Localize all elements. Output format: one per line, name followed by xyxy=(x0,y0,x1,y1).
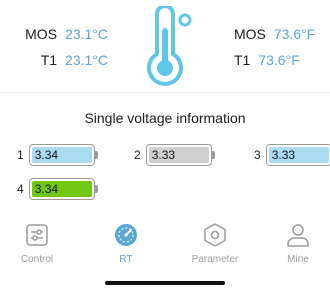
thermometer-icon xyxy=(147,6,192,86)
mos-fahrenheit-value: 73.6°F xyxy=(273,26,316,42)
section-title: Single voltage information xyxy=(84,110,246,126)
battery-icon: 3.33 xyxy=(265,144,330,166)
sliders-icon xyxy=(26,224,48,246)
cell-3: 3 3.33 xyxy=(254,144,330,166)
divider xyxy=(0,92,330,93)
nav-label: Parameter xyxy=(191,254,239,265)
nav-label: Control xyxy=(20,254,54,265)
gauge-icon xyxy=(115,224,137,246)
cell-index: 1 xyxy=(17,148,24,162)
cell-index: 3 xyxy=(254,148,261,162)
mos-label: MOS xyxy=(234,26,266,42)
home-indicator xyxy=(105,281,225,285)
nav-item-parameter[interactable]: Parameter xyxy=(175,222,255,265)
hexagon-nut-icon xyxy=(204,223,226,247)
nav-item-mine[interactable]: Mine xyxy=(258,222,330,265)
battery-icon: 3.34 xyxy=(28,144,98,166)
bottom-nav: Control RT Parameter Mine xyxy=(0,222,330,268)
person-icon xyxy=(287,224,309,247)
t1-label: T1 xyxy=(40,52,58,68)
t1-temp-celsius: T1 23.1°C xyxy=(41,52,108,68)
t1-temp-fahrenheit: T1 73.6°F xyxy=(234,52,300,68)
battery-icon: 3.34 xyxy=(28,178,98,200)
cell-index: 2 xyxy=(134,148,141,162)
mos-celsius-value: 23.1°C xyxy=(65,26,108,42)
cell-voltage: 3.33 xyxy=(268,147,329,163)
nav-label: RT xyxy=(119,254,133,265)
cell-index: 4 xyxy=(17,182,24,196)
t1-celsius-value: 23.1°C xyxy=(65,52,108,68)
mos-temp-celsius: MOS 23.1°C xyxy=(25,26,108,42)
cell-voltage: 3.33 xyxy=(148,147,209,163)
nav-item-rt[interactable]: RT xyxy=(86,222,166,265)
nav-item-control[interactable]: Control xyxy=(0,222,77,265)
cell-1: 1 3.34 xyxy=(17,144,98,166)
cell-4: 4 3.34 xyxy=(17,178,98,200)
cell-2: 2 3.33 xyxy=(134,144,215,166)
mos-label: MOS xyxy=(25,26,58,42)
cell-voltage: 3.34 xyxy=(31,147,92,163)
nav-label: Mine xyxy=(287,254,309,265)
battery-icon: 3.33 xyxy=(145,144,215,166)
t1-fahrenheit-value: 73.6°F xyxy=(258,52,300,68)
t1-label: T1 xyxy=(234,52,251,68)
cell-voltage: 3.34 xyxy=(31,181,92,197)
mos-temp-fahrenheit: MOS 73.6°F xyxy=(234,26,315,42)
